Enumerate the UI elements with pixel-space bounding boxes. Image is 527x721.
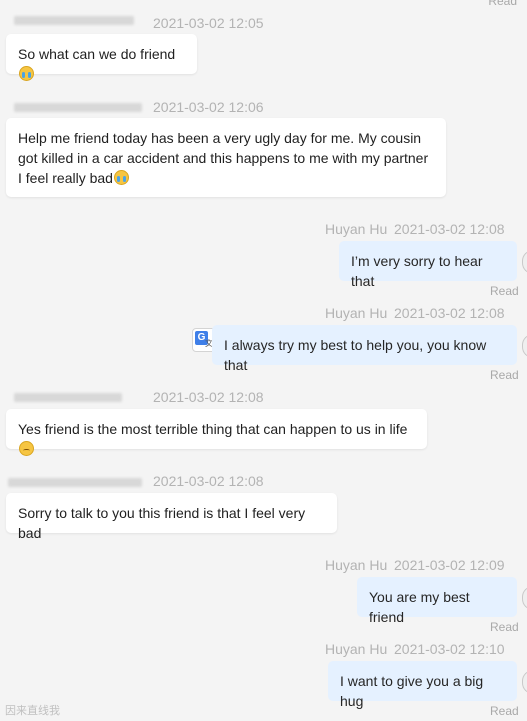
message-text: I want to give you a big hug xyxy=(340,673,484,709)
sender-name-redacted xyxy=(8,478,142,487)
avatar[interactable] xyxy=(522,586,527,610)
sender-name-redacted xyxy=(14,16,134,25)
message-text: So what can we do friend xyxy=(18,46,176,62)
message-bubble[interactable]: So what can we do friend xyxy=(6,34,197,81)
message-sender: Huyan Hu xyxy=(325,305,388,321)
message-sender: Huyan Hu xyxy=(325,641,388,657)
message-bubble[interactable]: I want to give you a big hug xyxy=(328,661,517,709)
message-status: Read xyxy=(490,620,519,634)
message-text: Help me friend today has been a very ugl… xyxy=(18,130,429,186)
message-sender: Huyan Hu xyxy=(325,557,388,573)
message-timestamp: 2021-03-02 12:08 xyxy=(153,473,264,489)
message-bubble[interactable]: Sorry to talk to you this friend is that… xyxy=(6,493,337,541)
avatar[interactable] xyxy=(522,670,527,694)
avatar[interactable] xyxy=(522,250,527,274)
message-timestamp: 2021-03-02 12:08 xyxy=(394,221,505,237)
watermark-text: 因来直线我 xyxy=(5,705,60,717)
message-bubble[interactable]: You are my best friend xyxy=(357,577,517,625)
message-status: Read xyxy=(490,368,519,382)
crying-face-icon xyxy=(113,170,129,185)
message-status: Read xyxy=(488,0,517,8)
sad-face-icon xyxy=(19,441,34,456)
crying-face-icon xyxy=(19,66,34,81)
message-timestamp: 2021-03-02 12:09 xyxy=(394,557,505,573)
message-text: You are my best friend xyxy=(369,589,470,625)
message-text: Yes friend is the most terrible thing th… xyxy=(18,421,408,437)
message-timestamp: 2021-03-02 12:05 xyxy=(153,15,264,31)
avatar[interactable] xyxy=(522,334,527,358)
sender-name-redacted xyxy=(14,103,142,112)
message-bubble[interactable]: I always try my best to help you, you kn… xyxy=(212,325,517,373)
message-sender: Huyan Hu xyxy=(325,221,388,237)
message-timestamp: 2021-03-02 12:06 xyxy=(153,99,264,115)
sender-name-redacted xyxy=(14,393,122,402)
message-timestamp: 2021-03-02 12:08 xyxy=(394,305,505,321)
message-status: Read xyxy=(490,704,519,718)
message-timestamp: 2021-03-02 12:10 xyxy=(394,641,505,657)
message-bubble[interactable]: Yes friend is the most terrible thing th… xyxy=(6,409,427,456)
message-bubble[interactable]: I’m very sorry to hear that xyxy=(339,241,517,289)
message-timestamp: 2021-03-02 12:08 xyxy=(153,389,264,405)
message-text: I’m very sorry to hear that xyxy=(351,253,483,289)
message-status: Read xyxy=(490,284,519,298)
message-text: I always try my best to help you, you kn… xyxy=(224,337,487,373)
message-text: Sorry to talk to you this friend is that… xyxy=(18,505,306,541)
message-bubble[interactable]: Help me friend today has been a very ugl… xyxy=(6,118,446,197)
